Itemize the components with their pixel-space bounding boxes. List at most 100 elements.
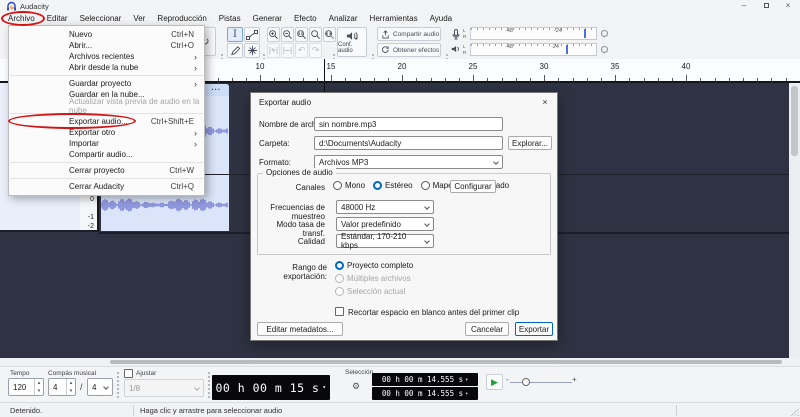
time-signature-lower-select[interactable]: 4 [87,378,113,396]
menu-item-actualizar-vista-previa-de-audio-en-la-nube[interactable]: Actualizar vista previa de audio en la n… [9,97,204,115]
menubar-item-ver[interactable]: Ver [127,13,151,25]
menubar-item-pistas[interactable]: Pistas [213,13,247,25]
zoom-toggle-button[interactable] [309,27,322,42]
trim-audio-button[interactable] [267,43,280,58]
quality-value: Estándar, 170-210 kbps [341,232,407,250]
resize-grip[interactable] [791,408,799,416]
menu-item-abrir-desde-la-nube[interactable]: Abrir desde la nube › [9,62,204,73]
toolbar-grip[interactable] [117,372,119,398]
selection-settings-gear-icon[interactable]: ⚙ [352,381,360,392]
close-window-button[interactable]: × [779,0,797,12]
menubar-item-efecto[interactable]: Efecto [288,13,323,25]
zoom-fit-button[interactable] [323,27,336,42]
vertical-scrollbar-thumb[interactable] [791,86,798,156]
radio-icon[interactable] [335,287,344,296]
menu-item-abrir[interactable]: Abrir... Ctrl+O [9,40,204,51]
configure-button[interactable]: Configurar [450,180,496,193]
bitrate-mode-select[interactable]: Valor predefinido [336,217,434,231]
selection-tool-button[interactable]: I [227,27,243,42]
menu-item-cerrar-audacity[interactable]: Cerrar Audacity Ctrl+Q [9,181,204,192]
trim-whitespace-checkbox[interactable] [335,307,344,316]
menu-item-importar[interactable]: Importar › [9,138,204,149]
share-audio-button[interactable]: Compartir audio [377,27,441,41]
radio-icon[interactable] [333,181,342,190]
horizontal-scrollbar[interactable] [0,358,800,366]
selection-end-display[interactable]: 00 h 00 m 14.555 s ▾ [372,387,478,400]
radio-option-selección-actual[interactable]: Selección actual [335,287,413,296]
maximize-button[interactable] [757,0,775,12]
speed-slider-minus[interactable]: - [506,375,509,384]
radio-icon[interactable] [420,181,430,190]
playback-meter[interactable]: -48 -24 [470,43,597,56]
menubar-item-reproducci-n[interactable]: Reproducción [151,13,212,25]
menu-item-cerrar-proyecto[interactable]: Cerrar proyecto Ctrl+W [9,165,204,176]
menubar-item-herramientas[interactable]: Herramientas [364,13,424,25]
radio-option-múltiples-archivos[interactable]: Múltiples archivos [335,274,413,283]
zoom-out-button[interactable] [281,27,294,42]
export-button[interactable]: Exportar [515,322,553,336]
radio-selected-icon[interactable] [335,261,344,270]
menubar-item-editar[interactable]: Editar [41,13,74,25]
zoom-selection-button[interactable] [295,27,308,42]
selection-end-dropdown-icon[interactable]: ▾ [465,391,468,397]
menubar-item-generar[interactable]: Generar [247,13,288,25]
silence-audio-button[interactable] [281,43,294,58]
speed-slider-track[interactable] [510,382,572,383]
time-display[interactable]: 00 h 00 m 15 s ▾ [212,375,330,400]
menu-item-archivos-recientes[interactable]: Archivos recientes › [9,51,204,62]
redo-button[interactable]: ↷ [309,43,322,58]
vertical-scrollbar[interactable] [789,83,800,358]
zoom-in-button[interactable] [267,27,280,42]
draw-tool-button[interactable] [227,43,243,58]
radio-option-estéreo[interactable]: Estéreo [373,181,413,190]
tempo-spin-arrows[interactable]: ▴ ▾ [34,379,43,395]
filename-input[interactable]: sin nombre.mp3 [314,117,503,131]
format-select[interactable]: Archivos MP3 [314,155,503,169]
radio-option-mono[interactable]: Mono [333,181,365,190]
title-bar[interactable]: Audacity – × [0,0,800,13]
menu-item-exportar-otro[interactable]: Exportar otro › [9,127,204,138]
speed-slider-plus[interactable]: + [572,375,577,384]
folder-input[interactable]: d:\Documents\Audacity [314,136,503,150]
edit-metadata-button[interactable]: Editar metadatos... [257,322,343,336]
menubar-item-archivo[interactable]: Archivo [1,11,45,26]
dialog-close-button[interactable]: × [538,96,552,108]
menu-item-guardar-proyecto[interactable]: Guardar proyecto › [9,78,204,89]
toolbar-grip[interactable] [208,372,210,398]
menubar-item-analizar[interactable]: Analizar [323,13,364,25]
menubar-item-ayuda[interactable]: Ayuda [424,13,459,25]
play-at-speed-button[interactable]: ▶ [486,374,503,390]
export-audio-dialog[interactable]: Exportar audio × Nombre de archivo: sin … [250,92,558,341]
minimize-button[interactable]: – [735,0,753,12]
snap-checkbox[interactable] [124,369,133,378]
menu-item-nuevo[interactable]: Nuevo Ctrl+N [9,29,204,40]
time-display-dropdown-icon[interactable]: ▾ [322,384,326,391]
ruler-minor-tick [544,78,546,81]
speed-slider-knob[interactable] [522,378,530,386]
cancel-button[interactable]: Cancelar [465,322,509,336]
multi-tool-button[interactable] [244,43,260,58]
quality-select[interactable]: Estándar, 170-210 kbps [336,232,434,250]
menu-item-exportar-audio[interactable]: Exportar audio... Ctrl+Shift+E [8,113,204,129]
radio-icon[interactable] [335,274,344,283]
browse-button[interactable]: Explorar... [508,136,552,150]
radio-option-label: Proyecto completo [347,261,414,270]
envelope-tool-button[interactable] [244,27,260,42]
time-signature-upper-stepper[interactable]: 4 ▴ ▾ [48,378,76,396]
selection-start-display[interactable]: 00 h 00 m 14.555 s ▾ [372,373,478,386]
record-meter[interactable]: -48 -24 [470,27,597,40]
tempo-stepper[interactable]: 120 ▴ ▾ [8,378,44,396]
get-effects-button[interactable]: Obtener efectos [377,43,441,57]
time-signature-spin-arrows[interactable]: ▴ ▾ [66,379,75,395]
menubar-item-seleccionar[interactable]: Seleccionar [74,13,128,25]
meter-scale-ticks [471,28,596,30]
audio-setup-button[interactable]: Conf. audio [337,27,367,57]
undo-button[interactable]: ↶ [295,43,308,58]
radio-option-proyecto-completo[interactable]: Proyecto completo [335,261,413,270]
selection-start-dropdown-icon[interactable]: ▾ [465,377,468,383]
horizontal-scrollbar-thumb[interactable] [110,360,782,364]
radio-selected-icon[interactable] [373,181,383,190]
snap-interval-select[interactable]: 1/8 [124,379,204,397]
menu-item-compartir-audio[interactable]: Compartir audio... [9,149,204,160]
sample-rate-select[interactable]: 48000 Hz [336,200,434,214]
